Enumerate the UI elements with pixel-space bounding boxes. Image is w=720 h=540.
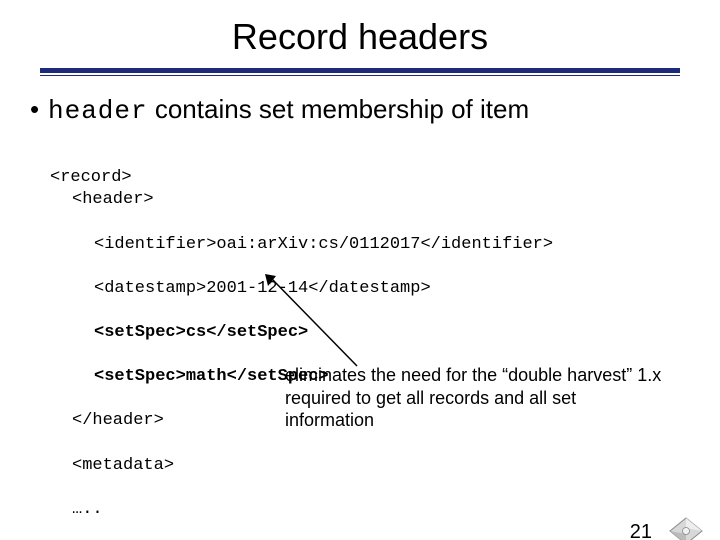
xml-line: <record> <box>50 168 132 187</box>
callout-text: eliminates the need for the “double harv… <box>285 364 665 432</box>
xml-line: <metadata> <box>50 455 680 477</box>
bullet-line: •header contains set membership of item <box>30 94 690 127</box>
bullet-code-word: header <box>48 96 148 126</box>
xml-line: ….. <box>50 499 680 521</box>
slide-title: Record headers <box>0 16 720 58</box>
page-number: 21 <box>630 521 652 540</box>
bullet-rest: contains set membership of item <box>148 94 530 124</box>
title-rule <box>40 68 680 76</box>
corner-logo-icon <box>666 516 706 540</box>
xml-line-bold: <setSpec>cs</setSpec> <box>50 322 680 344</box>
xml-line: <identifier>oai:arXiv:cs/0112017</identi… <box>50 234 680 256</box>
xml-example: <record> <header> <identifier>oai:arXiv:… <box>50 145 680 540</box>
xml-line: <datestamp>2001-12-14</datestamp> <box>50 278 680 300</box>
xml-line: <header> <box>50 189 680 211</box>
bullet-dot: • <box>30 94 48 125</box>
